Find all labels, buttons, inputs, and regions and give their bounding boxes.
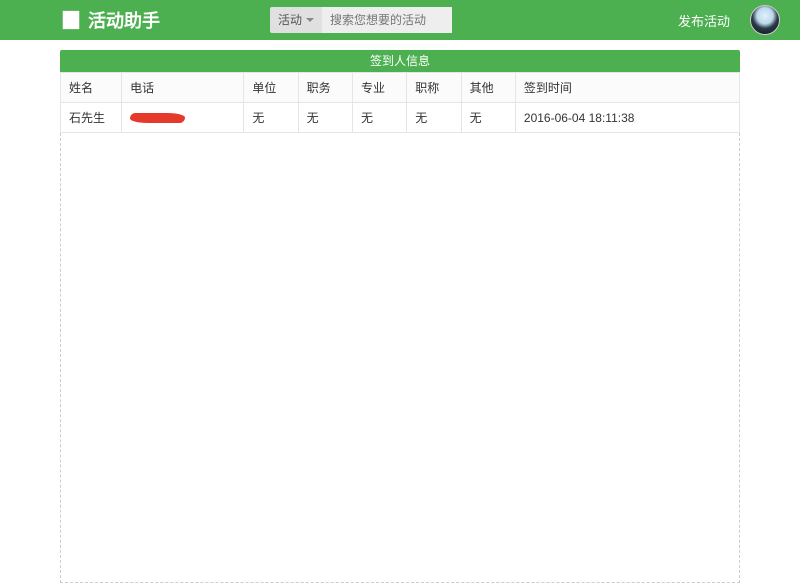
col-header-major: 专业 xyxy=(352,73,406,103)
chevron-down-icon xyxy=(306,18,314,22)
empty-area xyxy=(60,133,740,583)
category-select[interactable]: 活动 xyxy=(270,7,322,33)
panel-title: 签到人信息 xyxy=(60,50,740,72)
cell-other: 无 xyxy=(461,103,515,133)
category-label: 活动 xyxy=(278,7,302,33)
col-header-name: 姓名 xyxy=(61,73,122,103)
checkin-table: 姓名 电话 单位 职务 专业 职称 其他 签到时间 石先生 无 无 无 无 无 … xyxy=(60,72,740,133)
search-group: 活动 xyxy=(270,7,452,33)
cell-phone xyxy=(122,103,244,133)
col-header-job: 职务 xyxy=(298,73,352,103)
col-header-unit: 单位 xyxy=(244,73,298,103)
avatar[interactable] xyxy=(750,5,780,35)
col-header-time: 签到时间 xyxy=(515,73,739,103)
app-logo[interactable]: 活动助手 xyxy=(60,7,160,33)
cell-major: 无 xyxy=(352,103,406,133)
table-row: 石先生 无 无 无 无 无 2016-06-04 18:11:38 xyxy=(61,103,740,133)
logo-icon xyxy=(60,9,82,31)
cell-unit: 无 xyxy=(244,103,298,133)
col-header-title: 职称 xyxy=(407,73,461,103)
col-header-phone: 电话 xyxy=(122,73,244,103)
main-content: 签到人信息 姓名 电话 单位 职务 专业 职称 其他 签到时间 石先生 无 无 xyxy=(0,40,800,583)
table-header-row: 姓名 电话 单位 职务 专业 职称 其他 签到时间 xyxy=(61,73,740,103)
cell-time: 2016-06-04 18:11:38 xyxy=(515,103,739,133)
cell-name: 石先生 xyxy=(61,103,122,133)
search-input[interactable] xyxy=(322,7,452,33)
publish-activity-link[interactable]: 发布活动 xyxy=(678,11,730,30)
cell-job: 无 xyxy=(298,103,352,133)
cell-title: 无 xyxy=(407,103,461,133)
app-name: 活动助手 xyxy=(88,7,160,33)
col-header-other: 其他 xyxy=(461,73,515,103)
app-header: 活动助手 活动 发布活动 xyxy=(0,0,800,40)
